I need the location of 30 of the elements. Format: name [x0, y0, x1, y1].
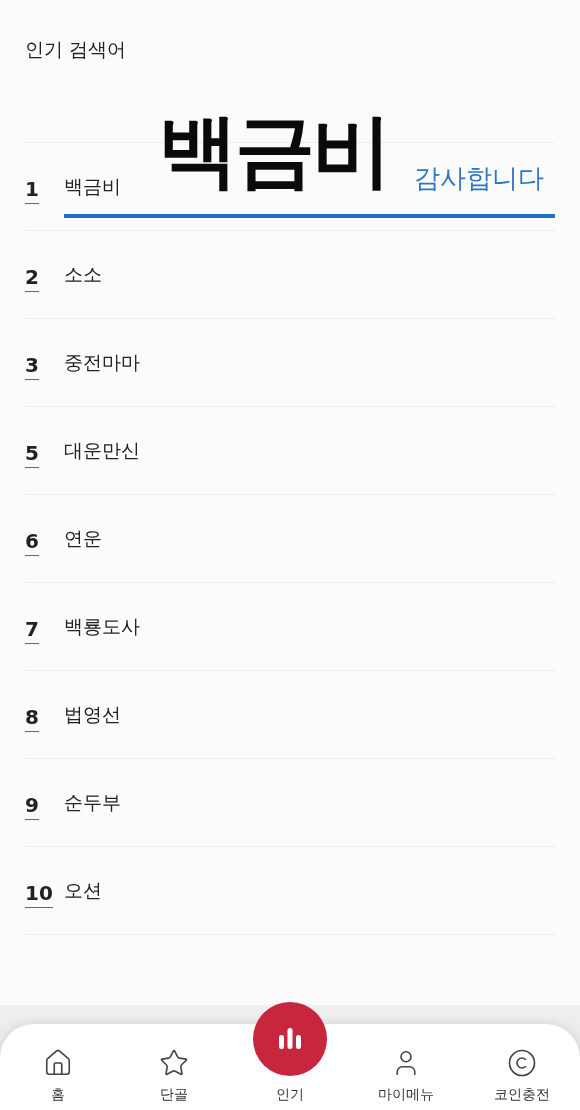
nav-item[interactable]: 코인충전 [464, 1024, 580, 1110]
overlay-headline: 백금비 [158, 103, 389, 199]
copyright-icon [507, 1048, 537, 1078]
rank-number: 9 [25, 793, 39, 820]
search-term[interactable]: 순두부 [64, 789, 121, 816]
search-term[interactable]: 법영선 [64, 701, 121, 728]
nav-item[interactable]: 인기 [232, 1002, 348, 1110]
search-term[interactable]: 백룡도사 [64, 613, 140, 640]
rank-number: 7 [25, 617, 39, 644]
search-term[interactable]: 소소 [64, 261, 102, 288]
search-term[interactable]: 연운 [64, 525, 102, 552]
rank-number: 2 [25, 265, 39, 292]
rank-number: 6 [25, 529, 39, 556]
rank-number: 8 [25, 705, 39, 732]
search-term[interactable]: 오션 [64, 877, 102, 904]
bar-chart-icon [277, 1027, 303, 1051]
rank-number: 3 [25, 353, 39, 380]
nav-item[interactable]: 마이메뉴 [348, 1024, 464, 1110]
rank-number: 10 [25, 881, 53, 908]
search-term[interactable]: 중전마마 [64, 349, 140, 376]
search-term[interactable]: 백금비 [64, 173, 121, 200]
nav-item[interactable]: 단골 [116, 1024, 232, 1110]
rank-number: 5 [25, 441, 39, 468]
overlay-note: 감사합니다 [414, 162, 544, 195]
nav-item[interactable]: 홈 [0, 1024, 116, 1110]
rank-number: 1 [25, 177, 39, 204]
star-icon [159, 1048, 189, 1078]
page-title: 인기 검색어 [25, 37, 127, 62]
home-icon [43, 1048, 73, 1078]
search-term[interactable]: 대운만신 [64, 437, 140, 464]
